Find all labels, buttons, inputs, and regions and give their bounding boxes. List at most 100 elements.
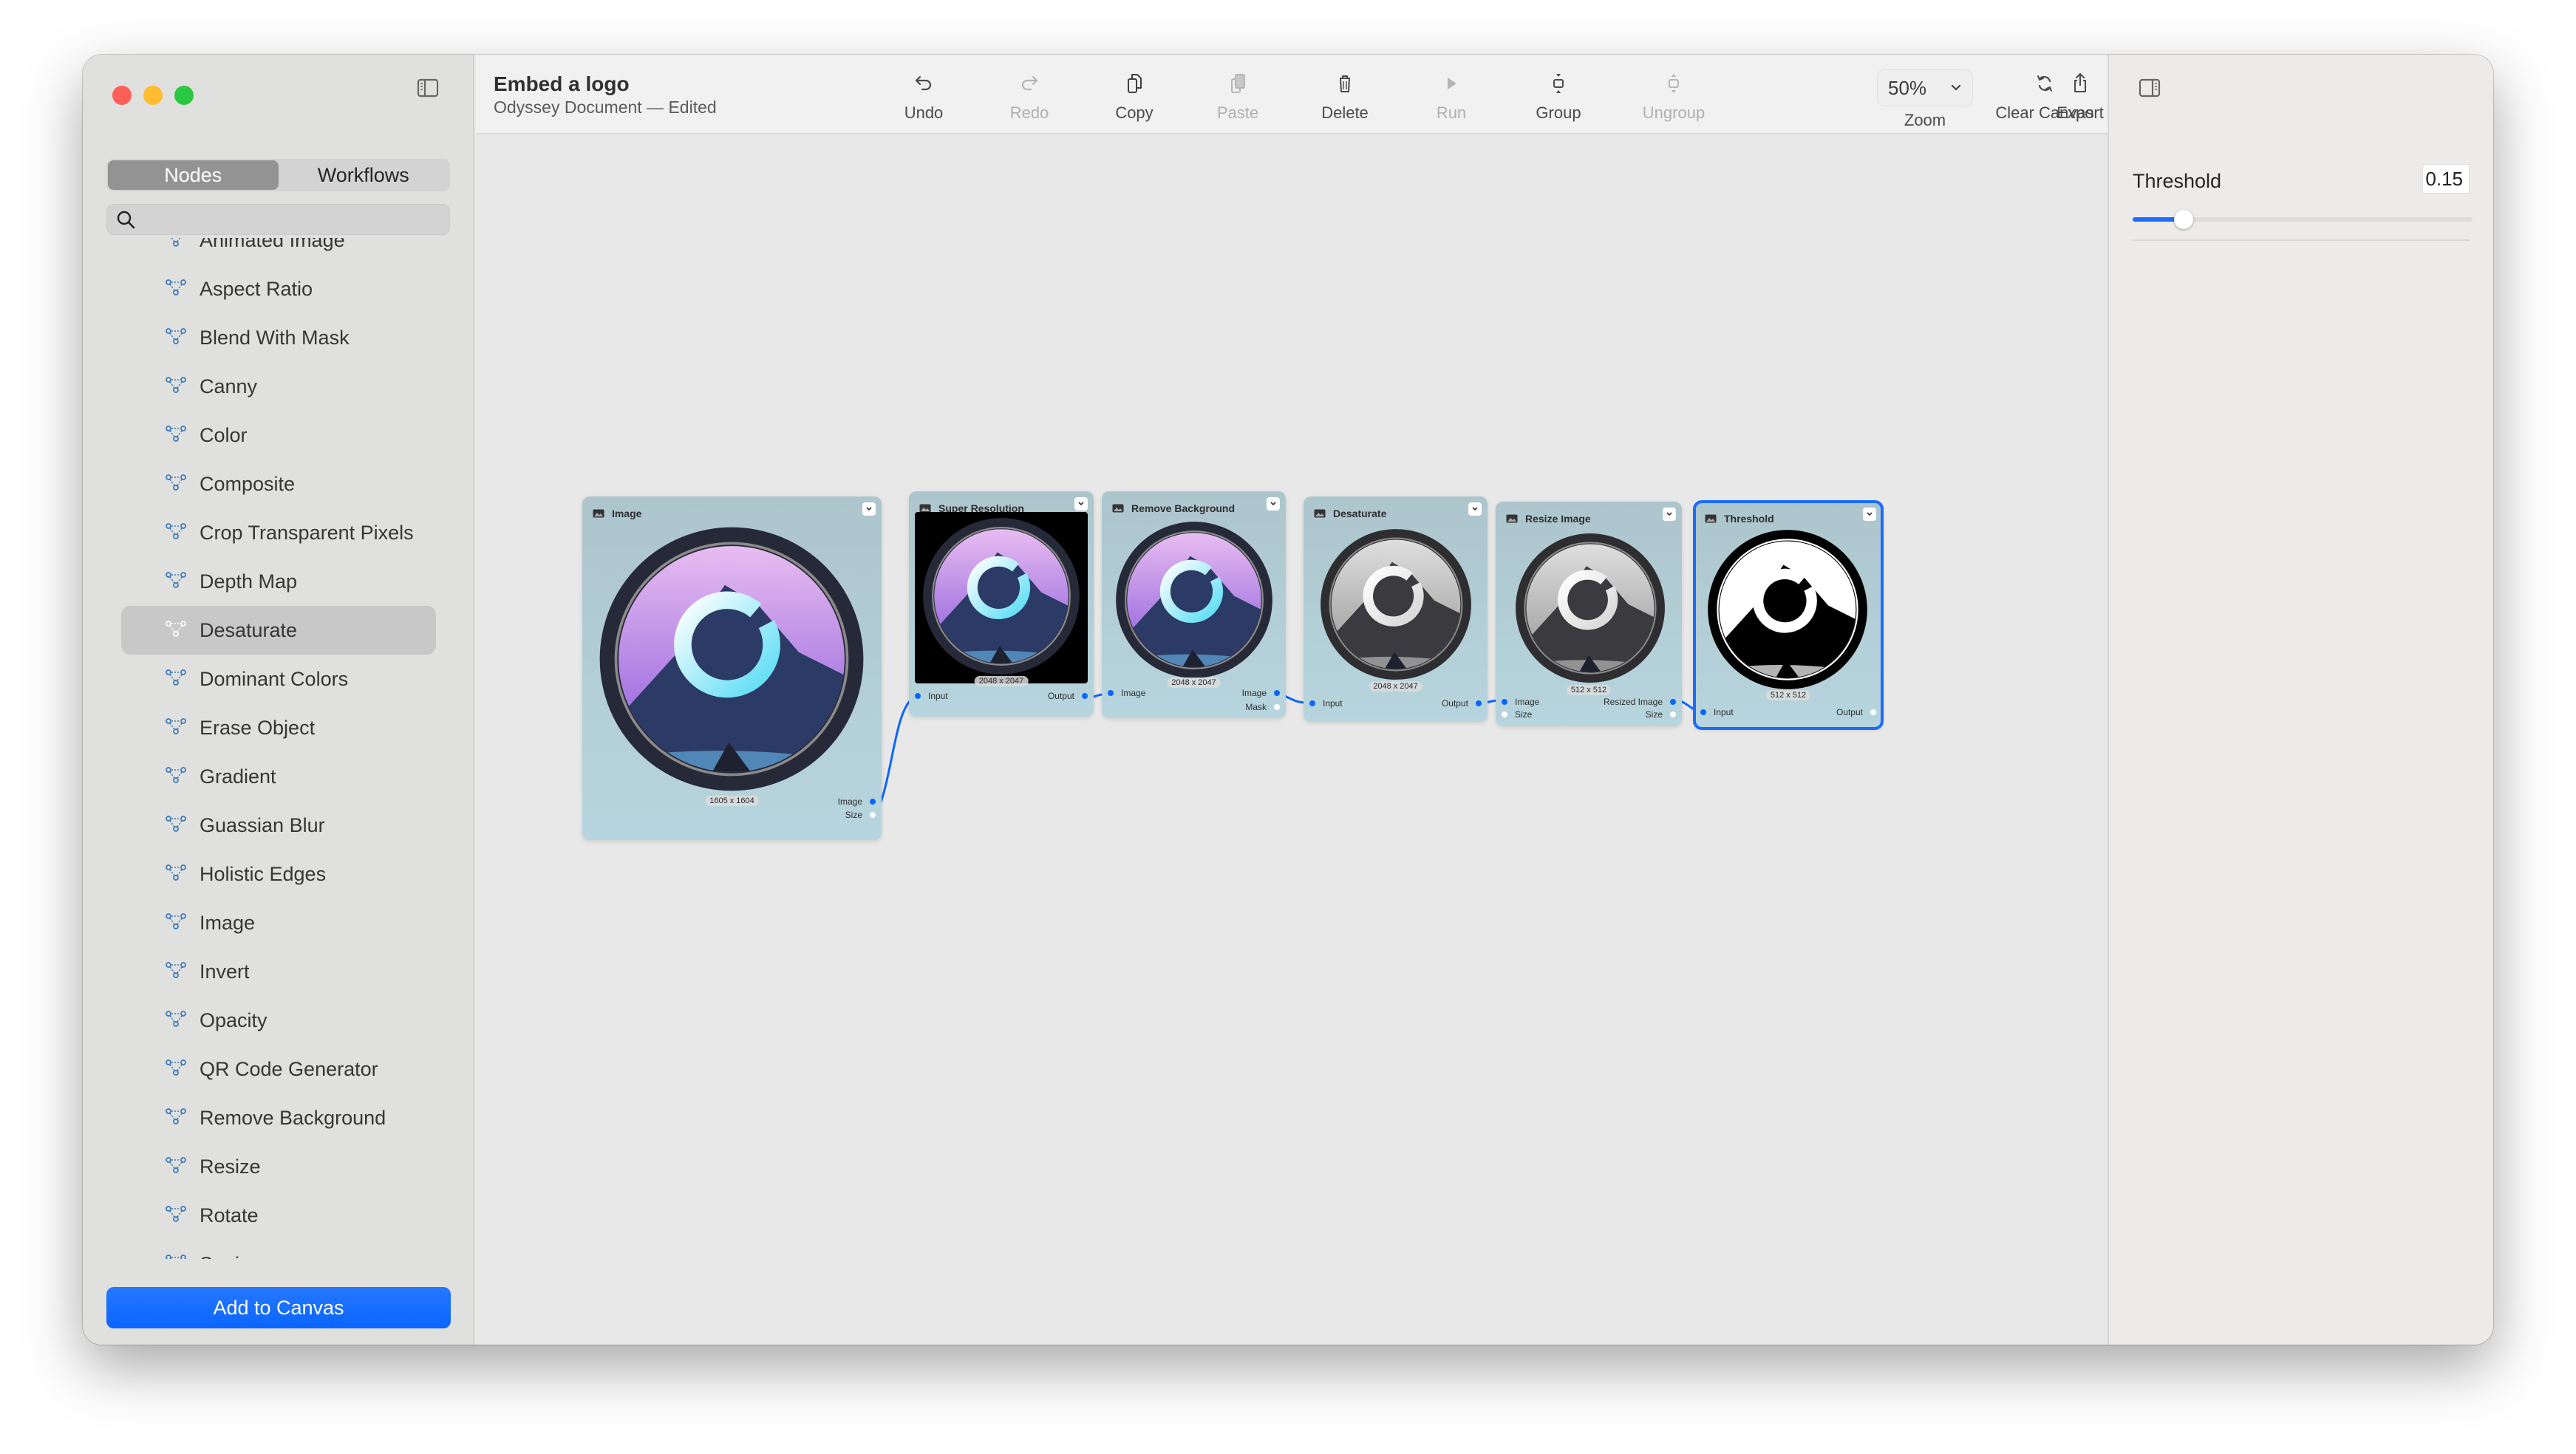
sidebar-item-rotate[interactable]: Rotate [121,1191,436,1240]
node-image[interactable]: Image 1605 x 1604 Image Size [582,496,882,840]
sidebar-item-erase-object[interactable]: Erase Object [121,703,436,752]
output-port[interactable]: Mask [1245,702,1280,712]
sidebar-item-gradient[interactable]: Gradient [121,752,436,801]
sidebar-item-aspect-ratio[interactable]: Aspect Ratio [121,264,436,313]
add-to-canvas-button[interactable]: Add to Canvas [106,1287,451,1328]
input-port[interactable]: Image [1108,688,1145,698]
output-port[interactable]: Size [1646,709,1676,720]
node-desaturate[interactable]: Desaturate 2048 x 2047 Input Output [1304,496,1488,722]
export-button[interactable]: Export [2047,71,2113,130]
sidebar-item-holistic-edges[interactable]: Holistic Edges [121,850,436,898]
sidebar-item-canny[interactable]: Canny [121,362,436,411]
node-header[interactable]: Desaturate [1314,504,1477,523]
output-port[interactable]: Size [845,810,876,820]
port-dot[interactable] [1082,693,1088,699]
group-button[interactable]: Group [1510,71,1606,130]
port-dot[interactable] [915,693,921,699]
slider-thumb[interactable] [2174,210,2193,229]
node-menu-button[interactable] [862,502,876,516]
threshold-value-field[interactable] [2422,164,2470,194]
port-dot[interactable] [1274,690,1280,696]
sidebar-item-qr-code-generator[interactable]: QR Code Generator [121,1045,436,1093]
node-menu-button[interactable] [1863,508,1876,521]
node-super-resolution[interactable]: Super Resolution 2048 x 2047 Input Output [909,491,1094,717]
port-dot[interactable] [1309,700,1315,706]
sidebar-item-desaturate[interactable]: Desaturate [121,606,436,655]
sidebar-item-composite[interactable]: Composite [121,460,436,508]
node-menu-button[interactable] [1468,502,1482,516]
node-type-icon [166,328,186,344]
copy-button[interactable]: Copy [1086,71,1182,130]
sidebar-item-opacity[interactable]: Opacity [121,996,436,1045]
sidebar-item-blend-with-mask[interactable]: Blend With Mask [121,313,436,362]
output-port[interactable]: Image [1242,688,1280,698]
node-header[interactable]: Resize Image [1506,509,1672,528]
port-dot[interactable] [1502,711,1507,717]
sidebar-item-sepia[interactable]: Sepia [121,1240,436,1259]
input-port[interactable]: Input [1700,707,1734,717]
threshold-slider[interactable] [2133,208,2473,231]
output-port[interactable]: Image [838,796,876,807]
redo-button[interactable]: Redo [981,71,1077,130]
close-window-button[interactable] [112,86,132,105]
node-remove-background[interactable]: Remove Background 2048 x 2047 Image Image M… [1102,491,1286,718]
sidebar-item-crop-transparent-pixels[interactable]: Crop Transparent Pixels [121,508,436,557]
port-dot[interactable] [870,799,876,805]
search-input[interactable] [149,208,442,231]
port-dot[interactable] [1108,690,1114,696]
input-port[interactable]: Input [1309,698,1343,709]
sidebar-item-dominant-colors[interactable]: Dominant Colors [121,655,436,703]
port-dot[interactable] [1274,704,1280,710]
node-canvas[interactable]: Image 1605 x 1604 Image Size Super Resolut… [476,136,2108,1345]
port-dot[interactable] [1700,709,1706,715]
port-dot[interactable] [1476,700,1482,706]
inspector-toggle-icon[interactable] [2139,78,2161,98]
node-menu-button[interactable] [1663,508,1676,521]
paste-button[interactable]: Paste [1190,71,1286,130]
tab-workflows[interactable]: Workflows [279,160,449,190]
port-dot[interactable] [1870,709,1876,715]
minimize-window-button[interactable] [143,86,163,105]
port-dot[interactable] [870,812,876,818]
port-dot[interactable] [1670,699,1676,705]
sidebar-item-label: Depth Map [200,570,298,593]
sidebar-item-depth-map[interactable]: Depth Map [121,557,436,606]
port-dot[interactable] [1502,699,1507,705]
sidebar-item-color[interactable]: Color [121,411,436,460]
image-preview [923,518,1080,675]
sidebar-toggle-icon[interactable] [417,78,439,98]
node-menu-button[interactable] [1267,497,1280,511]
output-port[interactable]: Output [1836,707,1876,717]
ungroup-button[interactable]: Ungroup [1626,71,1722,130]
input-port[interactable]: Input [915,691,948,701]
input-port[interactable]: Size [1502,709,1532,720]
sidebar-item-label: Resize [200,1155,261,1178]
output-port[interactable]: Output [1048,691,1088,701]
node-menu-button[interactable] [1074,497,1088,511]
node-header[interactable]: Remove Background [1112,499,1275,518]
node-header[interactable]: Image [593,504,871,523]
node-type-icon [166,816,186,832]
output-port[interactable]: Output [1442,698,1482,709]
node-threshold[interactable]: Threshold 512 x 512 Input Output [1693,500,1884,730]
node-list[interactable]: Animated Image Aspect Ratio Blend With M… [83,238,474,1259]
port-dot[interactable] [1670,711,1676,717]
sidebar-item-resize[interactable]: Resize [121,1142,436,1191]
sidebar-item-remove-background[interactable]: Remove Background [121,1093,436,1142]
image-preview [1514,532,1666,684]
tab-nodes[interactable]: Nodes [108,160,279,190]
sidebar-item-guassian-blur[interactable]: Guassian Blur [121,801,436,850]
zoom-select[interactable]: 50% [1877,69,1973,106]
node-resize-image[interactable]: Resize Image 512 x 512 Image Size Resized I… [1496,502,1682,726]
delete-button[interactable]: Delete [1297,71,1393,130]
sidebar-item-image[interactable]: Image [121,898,436,947]
maximize-window-button[interactable] [174,86,194,105]
image-dimensions: 512 x 512 [1765,690,1811,700]
sidebar-item-invert[interactable]: Invert [121,947,436,996]
input-port[interactable]: Image [1502,697,1539,707]
undo-button[interactable]: Undo [876,71,972,130]
run-button[interactable]: Run [1403,71,1499,130]
node-header[interactable]: Threshold [1705,509,1872,528]
output-port[interactable]: Resized Image [1604,697,1676,707]
sidebar-item-animated-image[interactable]: Animated Image [121,238,436,264]
